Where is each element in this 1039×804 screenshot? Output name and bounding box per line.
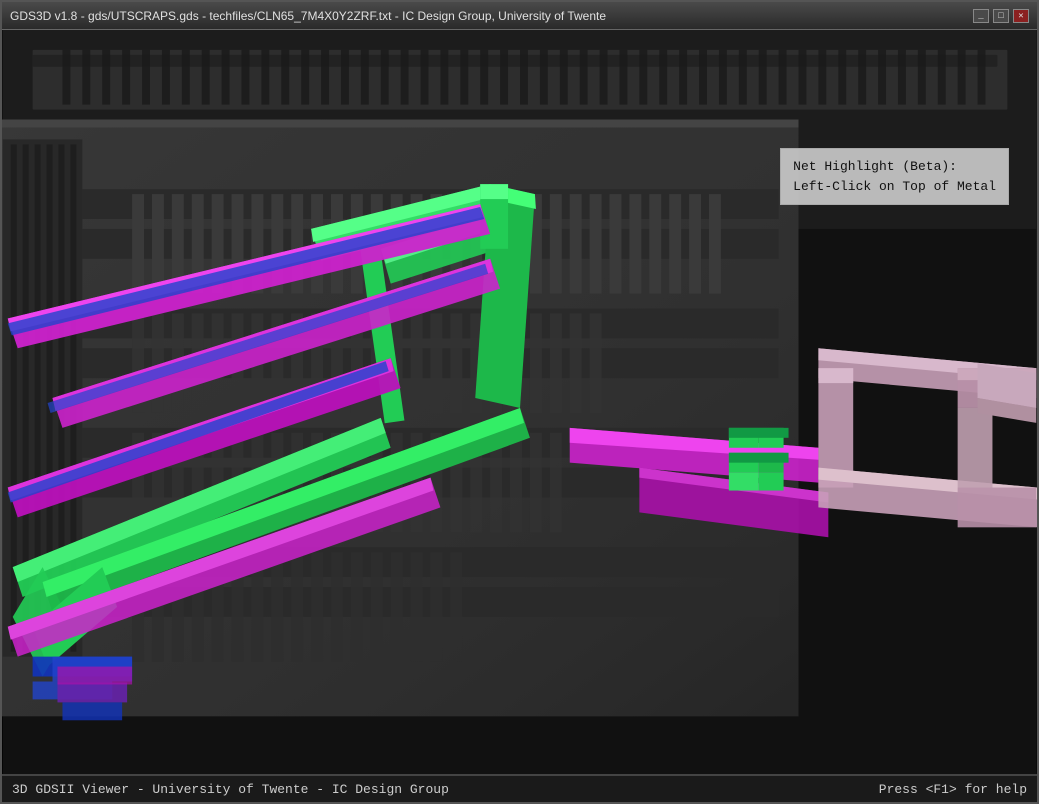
statusbar-left-text: 3D GDSII Viewer - University of Twente -… bbox=[12, 782, 449, 797]
net-highlight-tooltip: Net Highlight (Beta): Left-Click on Top … bbox=[780, 148, 1009, 205]
3d-scene bbox=[2, 30, 1037, 774]
3d-viewport[interactable]: Net Highlight (Beta): Left-Click on Top … bbox=[2, 30, 1037, 774]
statusbar: 3D GDSII Viewer - University of Twente -… bbox=[2, 774, 1037, 802]
tooltip-line1: Net Highlight (Beta): bbox=[793, 157, 996, 177]
tooltip-line2: Left-Click on Top of Metal bbox=[793, 177, 996, 197]
close-button[interactable]: ✕ bbox=[1013, 9, 1029, 23]
window-title: GDS3D v1.8 - gds/UTSCRAPS.gds - techfile… bbox=[10, 9, 606, 23]
window-controls: _ □ ✕ bbox=[973, 9, 1029, 23]
titlebar: GDS3D v1.8 - gds/UTSCRAPS.gds - techfile… bbox=[2, 2, 1037, 30]
main-window: GDS3D v1.8 - gds/UTSCRAPS.gds - techfile… bbox=[0, 0, 1039, 804]
minimize-button[interactable]: _ bbox=[973, 9, 989, 23]
statusbar-right-text: Press <F1> for help bbox=[879, 782, 1027, 797]
maximize-button[interactable]: □ bbox=[993, 9, 1009, 23]
